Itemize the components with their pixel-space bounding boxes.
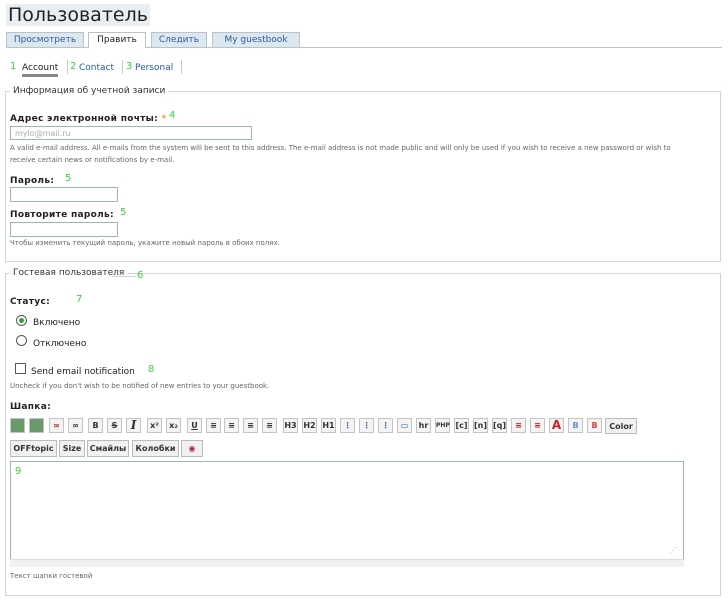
password-field[interactable] [10,187,118,202]
superscript-button[interactable]: x² [147,418,162,433]
account-legend: Информация об учетной записи [13,86,166,96]
status-on-label: Включено [33,318,81,328]
email-label: Адрес электронной почты: * [10,114,167,124]
password-label: Пароль: [10,176,55,186]
code-button[interactable]: [c] [454,418,469,433]
h3-button[interactable]: H3 [283,418,298,433]
annotation-2: 2 [70,61,77,72]
numbered-list-icon[interactable]: ⋮ [359,418,374,433]
hr-button[interactable]: hr [416,418,431,433]
notify-label: Send email notification [31,367,135,377]
resize-corner-icon[interactable]: ⋰ [669,546,677,555]
annotation-7: 7 [76,294,83,305]
subtab-separator [67,60,68,74]
email-field[interactable]: mylo@mail.ru [10,126,252,140]
subtab-separator [122,60,123,74]
align-right-icon[interactable]: ≡ [243,418,258,433]
annotation-4: 4 [169,110,176,121]
bullet-list-icon[interactable]: ⋮ [340,418,355,433]
underline-button[interactable]: U [187,418,202,433]
annotation-5b: 5 [120,207,127,218]
header-label: Шапка: [10,402,51,412]
tab-my-guestbook[interactable]: My guestbook [212,32,300,47]
size-button[interactable]: Size [59,440,85,457]
blue-bold-button[interactable]: B [568,418,583,433]
annotation-8: 8 [148,364,155,375]
smileys-button[interactable]: Смайлы [87,440,129,457]
textarea-resize-grip[interactable] [10,559,684,567]
h1-button[interactable]: H1 [321,418,336,433]
tab-view[interactable]: Просмотреть [6,32,84,47]
page-title: Пользователь [6,4,150,26]
color-button[interactable]: Color [605,418,637,434]
italic-button[interactable]: I [126,418,141,433]
bold-button[interactable]: B [88,418,103,433]
link-icon[interactable]: ∞ [49,418,64,433]
bg-color-icon[interactable]: ≡ [530,418,545,433]
text-color-icon[interactable]: ≡ [511,418,526,433]
subtab-personal[interactable]: Personal [135,63,173,73]
quote-button[interactable]: [q] [492,418,507,433]
annotation-1: 1 [10,61,17,72]
unlink-icon[interactable]: ∞ [68,418,83,433]
subscript-button[interactable]: x₂ [166,418,181,433]
primary-tabs: Просмотреть Править Следить My guestbook [6,32,722,48]
subtab-separator [181,60,182,74]
confirm-password-field[interactable] [10,222,118,237]
header-textarea[interactable] [10,461,684,567]
align-center-icon[interactable]: ≡ [224,418,239,433]
n-button[interactable]: [n] [473,418,488,433]
annotation-3: 3 [126,61,133,72]
password-description: Чтобы изменить текущий пароль, укажите н… [10,239,280,247]
strike-button[interactable]: S [107,418,122,433]
table-icon[interactable]: ▭ [397,418,412,433]
preview-eye-icon[interactable]: ◉ [181,440,203,457]
list-item-icon[interactable]: ⋮ [378,418,393,433]
tab-edit[interactable]: Править [88,32,146,48]
kolobki-button[interactable]: Колобки [132,440,179,457]
annotation-5a: 5 [65,173,72,184]
align-justify-icon[interactable]: ≡ [262,418,277,433]
required-marker: * [161,114,167,124]
legend-rule [112,276,136,277]
status-label: Статус: [10,297,51,307]
header-description: Текст шапки гостевой [10,572,93,580]
notify-checkbox[interactable] [15,363,26,374]
red-bold-button[interactable]: B [587,418,602,433]
font-color-icon[interactable]: A [549,418,564,433]
status-off-label: Отключено [33,339,87,349]
image-left-icon[interactable] [10,418,25,433]
subtab-contact[interactable]: Contact [79,63,114,73]
guestbook-legend: Гостевая пользователя [13,268,125,278]
annotation-6: 6 [137,270,144,281]
align-left-icon[interactable]: ≡ [206,418,221,433]
status-on-radio[interactable] [16,315,27,326]
status-off-radio[interactable] [16,335,27,346]
offtopic-button[interactable]: OFFtopic [10,440,57,457]
annotation-9: 9 [15,466,22,477]
h2-button[interactable]: H2 [302,418,317,433]
confirm-password-label: Повторите пароль: [10,210,114,220]
subtab-account[interactable]: Account [22,63,59,77]
tab-follow[interactable]: Следить [151,32,207,47]
notify-description: Uncheck if you don't wish to be notified… [10,382,270,390]
php-button[interactable]: PHP [435,418,450,433]
image-icon[interactable] [29,418,44,433]
email-description: A valid e-mail address. All e-mails from… [10,144,671,164]
